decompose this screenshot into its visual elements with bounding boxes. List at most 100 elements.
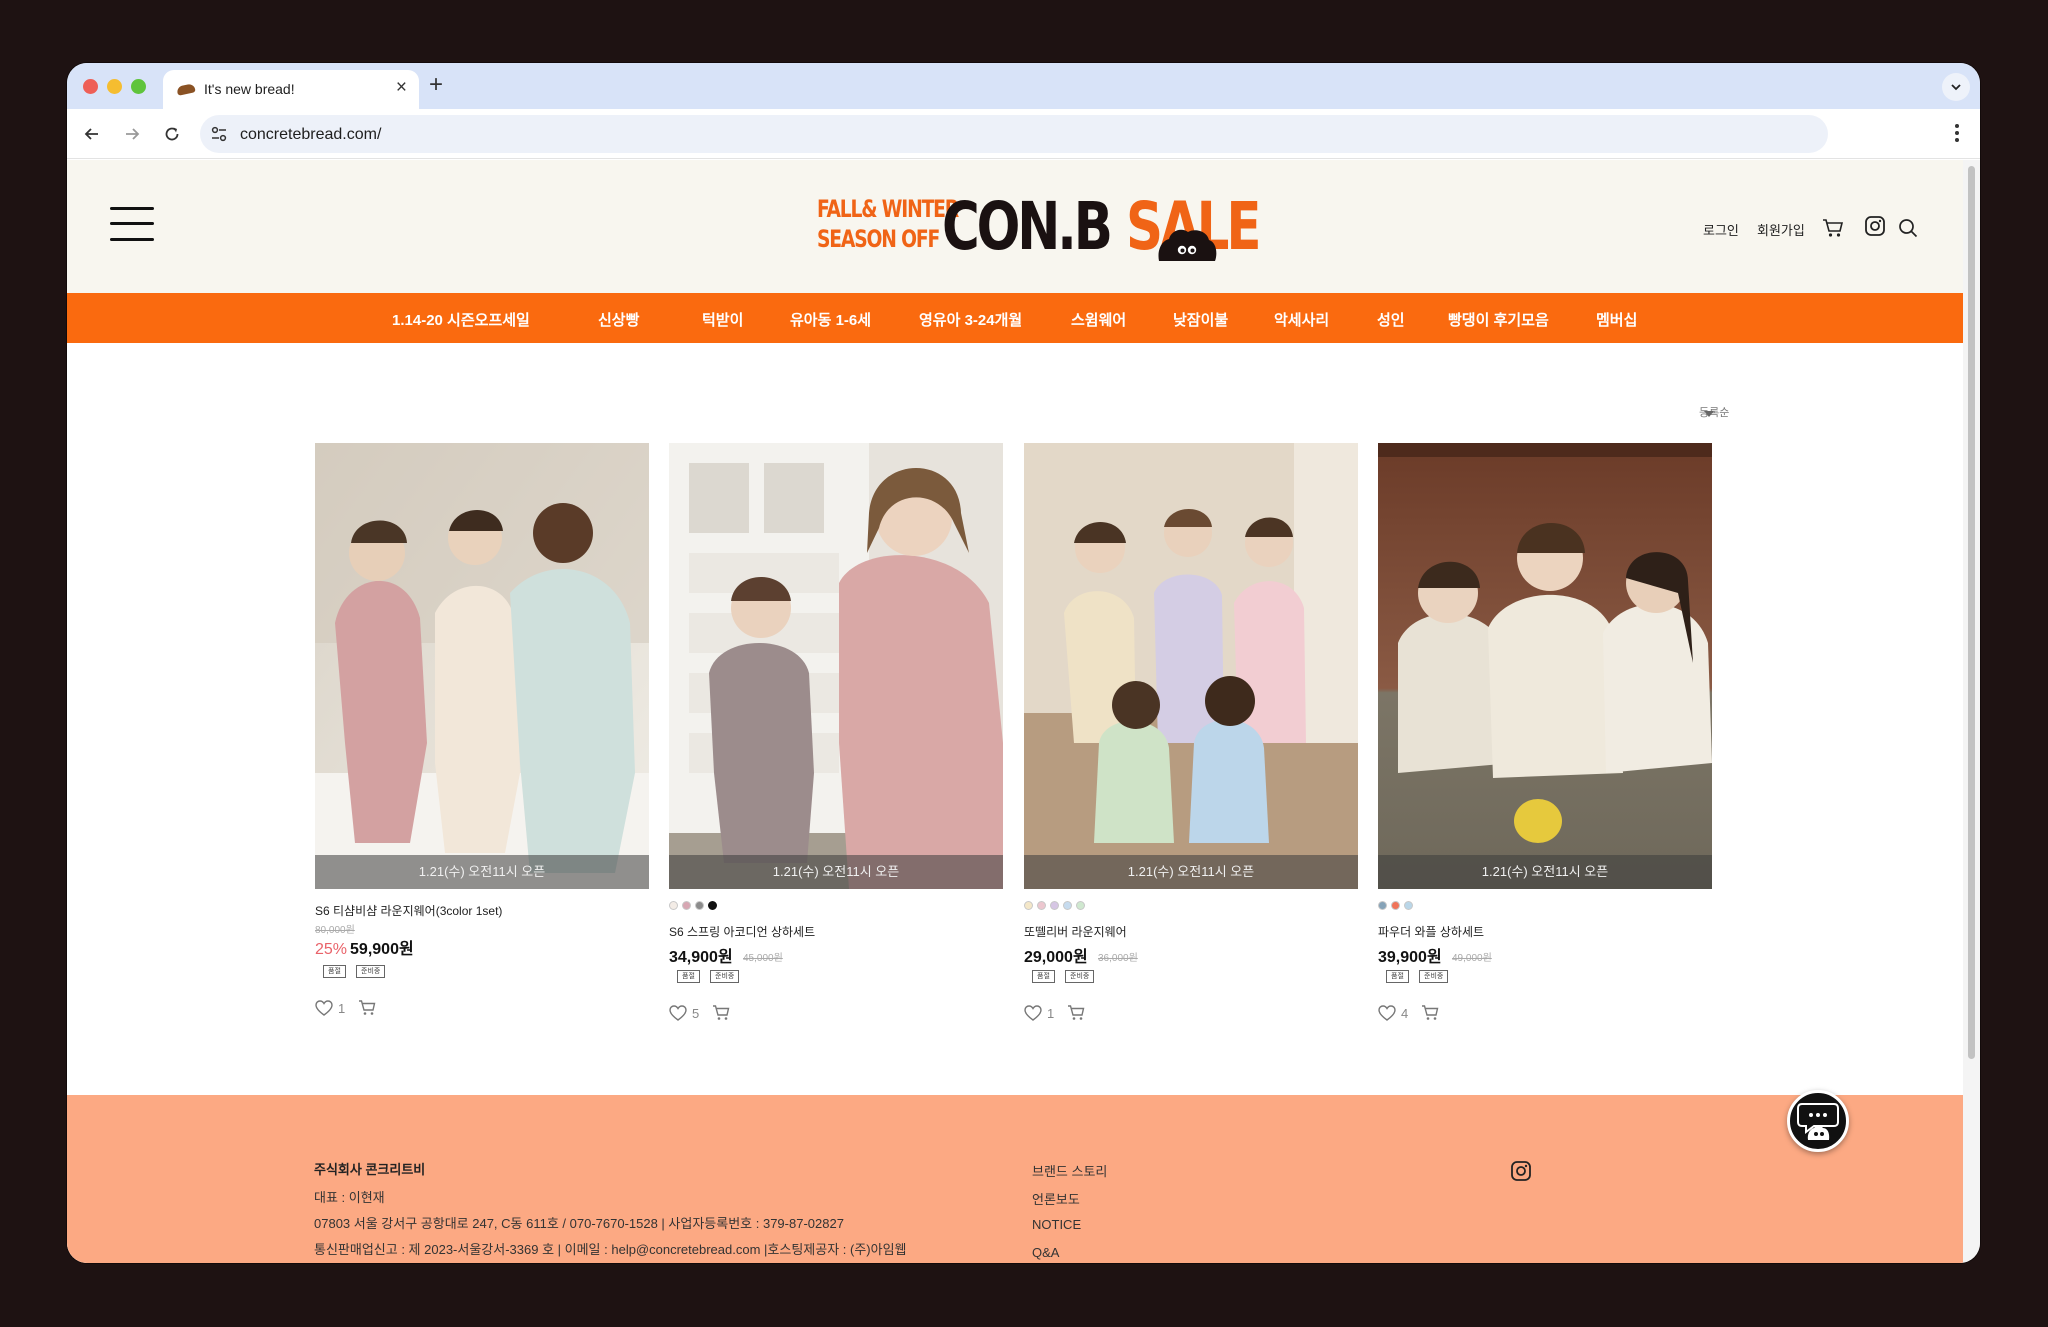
swatch[interactable] [1037, 901, 1046, 910]
scrollbar-thumb[interactable] [1968, 166, 1975, 1059]
product-image[interactable]: 1.21(수) 오전11시 오픈 [669, 443, 1003, 889]
browser-tab[interactable]: It's new bread! × [163, 70, 419, 109]
product-name[interactable]: S6 티샴비샴 라운지웨어(3color 1set) [315, 902, 502, 919]
chip-soldout: 품절 [677, 970, 700, 983]
chip-preparing: 준비중 [1419, 970, 1449, 983]
like-count: 1 [1047, 1006, 1055, 1021]
site-settings-icon[interactable] [208, 123, 230, 145]
heart-icon[interactable] [1024, 1005, 1042, 1021]
product-photo-2 [669, 443, 1003, 889]
swatch[interactable] [695, 901, 704, 910]
site-logo[interactable]: FALL& WINTER SEASON OFF CON.B SALE [817, 188, 1262, 270]
bread-favicon-icon [176, 83, 196, 96]
more-menu-icon[interactable] [1954, 122, 1960, 144]
swatch[interactable] [1050, 901, 1059, 910]
swatch[interactable] [1076, 901, 1085, 910]
tab-search-button[interactable] [1942, 73, 1970, 101]
maximize-window-button[interactable] [131, 79, 146, 94]
product-image[interactable]: 1.21(수) 오전11시 오픈 [1024, 443, 1358, 889]
swatch[interactable] [1024, 901, 1033, 910]
product-photo-1 [315, 443, 649, 889]
footer-instagram-icon[interactable] [1510, 1160, 1532, 1182]
forward-arrow-icon[interactable] [121, 123, 143, 145]
footer-license: 통신판매업신고 : 제 2023-서울강서-3369 호 | 이메일 : hel… [314, 1242, 907, 1257]
logo-season-line2: SEASON OFF [817, 225, 940, 253]
heart-icon[interactable] [669, 1005, 687, 1021]
product-price: 34,900원 [669, 949, 733, 966]
search-icon[interactable] [1897, 217, 1919, 239]
sort-caret-icon[interactable] [1704, 411, 1714, 417]
close-window-button[interactable] [83, 79, 98, 94]
product-image[interactable]: 1.21(수) 오전11시 오픈 [1378, 443, 1712, 889]
swatch[interactable] [1391, 901, 1400, 910]
nav-item-adult[interactable]: 성인 [1377, 309, 1405, 330]
open-date-badge: 1.21(수) 오전11시 오픈 [669, 855, 1003, 889]
open-date-badge: 1.21(수) 오전11시 오픈 [315, 855, 649, 889]
chat-button[interactable] [1787, 1090, 1849, 1152]
swatch[interactable] [682, 901, 691, 910]
product-price: 29,000원 [1024, 949, 1088, 966]
chip-preparing: 준비중 [356, 965, 386, 978]
browser-toolbar: concretebread.com/ [67, 109, 1980, 159]
tab-strip: It's new bread! × + [67, 63, 1980, 109]
cart-icon[interactable] [1822, 217, 1844, 239]
login-link[interactable]: 로그인 [1703, 220, 1739, 239]
signup-link[interactable]: 회원가입 [1757, 220, 1805, 239]
heart-icon[interactable] [315, 1000, 333, 1016]
footer-address: 07803 서울 강서구 공항대로 247, C동 611호 / 070-767… [314, 1216, 844, 1231]
browser-window: It's new bread! × + concretebread.com/ F… [67, 63, 1980, 1263]
original-price: 45,000원 [743, 953, 783, 964]
footer-link-brand-story[interactable]: 브랜드 스토리 [1032, 1161, 1107, 1180]
nav-item-swimwear[interactable]: 스윔웨어 [1071, 309, 1126, 330]
original-price: 36,000원 [1098, 953, 1138, 964]
swatch[interactable] [1063, 901, 1072, 910]
product-name[interactable]: S6 스프링 아코디언 상하세트 [669, 923, 815, 940]
back-arrow-icon[interactable] [81, 123, 103, 145]
open-date-badge: 1.21(수) 오전11시 오픈 [1024, 855, 1358, 889]
nav-item-reviews[interactable]: 빵댕이 후기모음 [1448, 309, 1549, 330]
chat-mascot-icon [1797, 1103, 1839, 1140]
instagram-icon[interactable] [1864, 215, 1886, 237]
product-name[interactable]: 또뗄리버 라운지웨어 [1024, 923, 1127, 940]
swatch[interactable] [1378, 901, 1387, 910]
page-viewport: FALL& WINTER SEASON OFF CON.B SALE 로그인 회… [67, 160, 1963, 1263]
footer-link-notice[interactable]: NOTICE [1032, 1217, 1081, 1232]
nav-item-nap-blanket[interactable]: 낮잠이불 [1173, 309, 1228, 330]
site-footer: 주식회사 콘크리트비 대표 : 이현재 07803 서울 강서구 공항대로 24… [67, 1095, 1963, 1263]
nav-item-kids-1-6[interactable]: 유아동 1-6세 [790, 309, 871, 330]
add-to-cart-icon[interactable] [358, 999, 376, 1016]
url-text: concretebread.com/ [240, 126, 382, 143]
add-to-cart-icon[interactable] [712, 1004, 730, 1021]
product-price: 39,900원 [1378, 949, 1442, 966]
nav-item-baby-3-24m[interactable]: 영유아 3-24개월 [919, 309, 1022, 330]
footer-link-qna[interactable]: Q&A [1032, 1245, 1059, 1260]
nav-item-accessories[interactable]: 악세사리 [1274, 309, 1329, 330]
product-photo-3 [1024, 443, 1358, 889]
menu-hamburger-icon[interactable] [110, 207, 154, 241]
like-count: 4 [1401, 1006, 1409, 1021]
chip-preparing: 준비중 [1065, 970, 1095, 983]
add-to-cart-icon[interactable] [1421, 1004, 1439, 1021]
nav-item-new-bread[interactable]: 신상빵 [598, 309, 639, 330]
product-image[interactable]: 1.21(수) 오전11시 오픈 [315, 443, 649, 889]
discount-rate: 25% [315, 941, 348, 958]
chip-soldout: 품절 [1386, 970, 1409, 983]
page-scrollbar[interactable] [1963, 160, 1980, 1263]
add-to-cart-icon[interactable] [1067, 1004, 1085, 1021]
heart-icon[interactable] [1378, 1005, 1396, 1021]
original-price: 49,000원 [1452, 953, 1492, 964]
swatch[interactable] [1404, 901, 1413, 910]
product-name[interactable]: 파우더 와플 상하세트 [1378, 923, 1484, 940]
swatch[interactable] [708, 901, 717, 910]
new-tab-plus-icon[interactable]: + [429, 71, 443, 99]
address-bar[interactable]: concretebread.com/ [200, 115, 1828, 153]
swatch[interactable] [669, 901, 678, 910]
reload-icon[interactable] [161, 123, 183, 145]
footer-link-press[interactable]: 언론보도 [1032, 1189, 1080, 1208]
nav-item-bibs[interactable]: 턱받이 [702, 309, 743, 330]
category-nav: 1.14-20 시즌오프세일 신상빵 턱받이 유아동 1-6세 영유아 3-24… [67, 293, 1963, 343]
nav-item-season-off-sale[interactable]: 1.14-20 시즌오프세일 [392, 309, 530, 330]
minimize-window-button[interactable] [107, 79, 122, 94]
nav-item-membership[interactable]: 멤버십 [1596, 309, 1637, 330]
tab-close-icon[interactable]: × [396, 77, 407, 99]
